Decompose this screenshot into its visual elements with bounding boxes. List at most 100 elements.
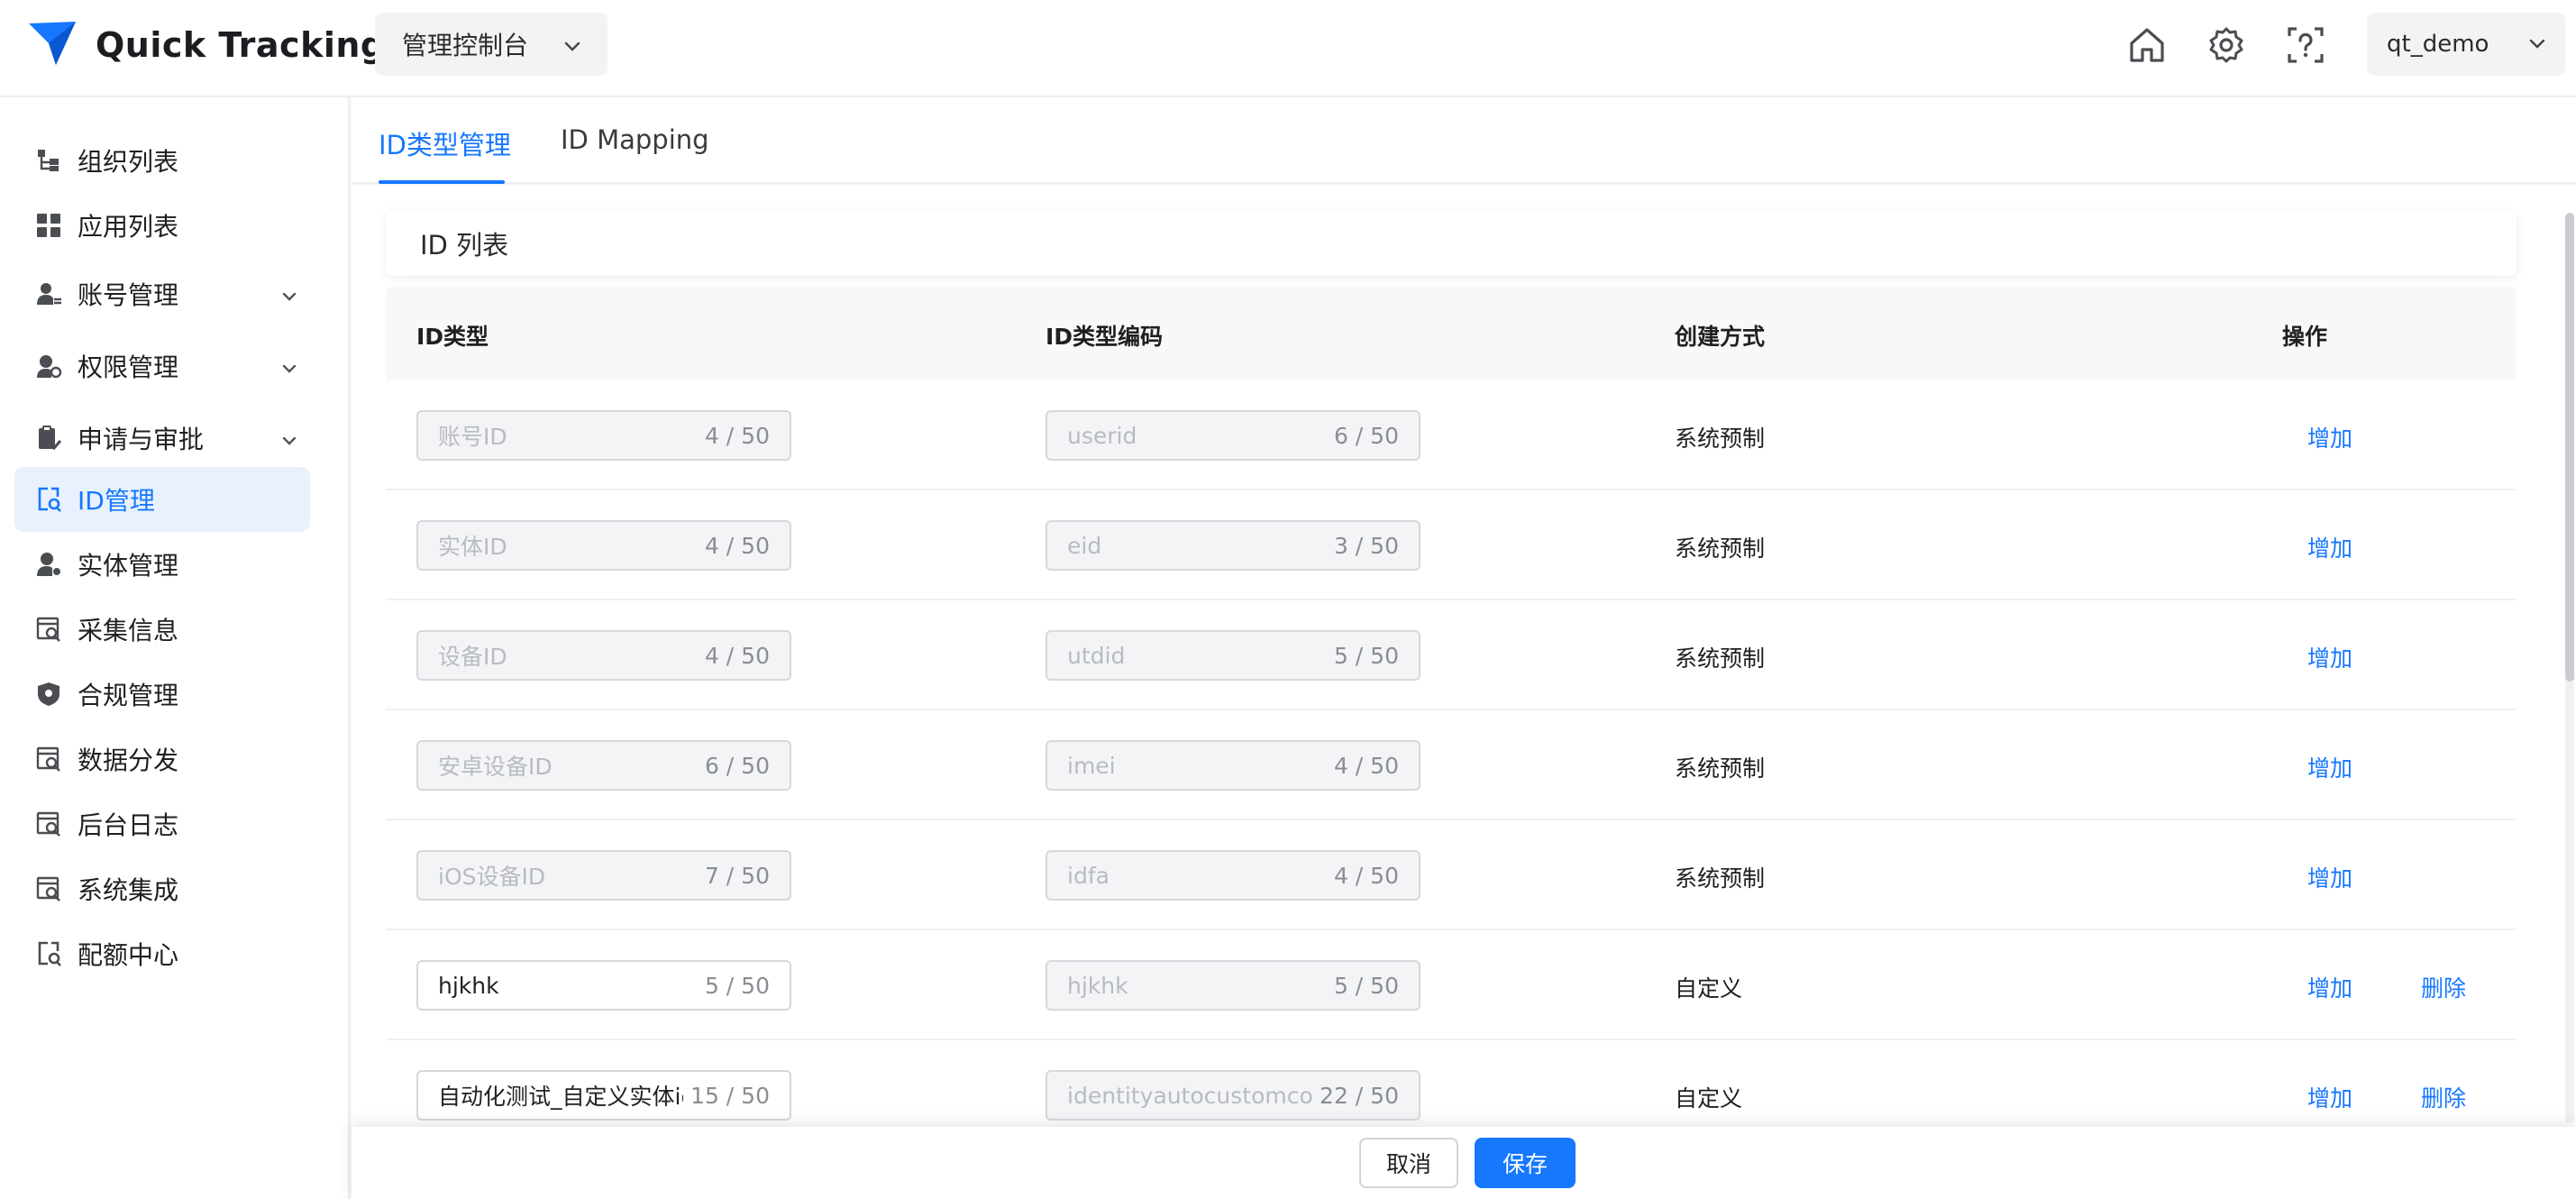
add-link[interactable]: 增加: [2307, 641, 2352, 673]
console-dropdown[interactable]: 管理控制台: [375, 13, 607, 76]
entity-icon: [34, 550, 63, 579]
sidebar-item-3[interactable]: 权限管理: [14, 334, 310, 398]
create-method: 系统预制: [1675, 755, 1766, 782]
username: qt_demo: [2387, 31, 2489, 58]
apps-grid-icon: [34, 211, 63, 240]
column-header-actions: 操作: [2282, 324, 2328, 350]
id-icon: [34, 485, 63, 514]
id-code-input-value: hjkhk: [1067, 972, 1128, 999]
user-dropdown[interactable]: qt_demo: [2367, 13, 2565, 76]
id-code-input-value: imei: [1067, 752, 1116, 779]
sidebar-item-6[interactable]: 实体管理: [14, 532, 310, 597]
chevron-down-icon[interactable]: [279, 283, 299, 313]
cancel-button[interactable]: 取消: [1359, 1138, 1458, 1188]
id-code-input: imei 4 / 50: [1046, 740, 1420, 791]
sidebar-item-1[interactable]: 应用列表: [14, 193, 310, 258]
quota-icon: [34, 939, 63, 968]
tab-id-type-management[interactable]: ID类型管理: [379, 124, 511, 162]
sidebar-item-label: 组织列表: [78, 147, 179, 177]
chevron-down-icon[interactable]: [279, 427, 299, 457]
char-counter: 6 / 50: [704, 752, 770, 779]
brand[interactable]: Quick Tracking: [25, 16, 386, 74]
column-header-id-type: ID类型: [416, 324, 489, 350]
sidebar-item-label: 数据分发: [78, 746, 179, 775]
sidebar-item-4[interactable]: 申请与审批: [14, 406, 310, 471]
id-code-input: hjkhk 5 / 50: [1046, 960, 1420, 1011]
char-counter: 4 / 50: [704, 532, 770, 559]
id-type-input[interactable]: 自动化测试_自定义实体id1 15 / 50: [416, 1070, 791, 1121]
sidebar-item-8[interactable]: 合规管理: [14, 662, 310, 727]
chevron-down-icon[interactable]: [279, 355, 299, 385]
id-code-input: utdid 5 / 50: [1046, 630, 1420, 681]
add-link[interactable]: 增加: [2307, 1081, 2352, 1113]
top-header: Quick Tracking 管理控制台 qt_demo: [0, 0, 2576, 97]
id-code-input: eid 3 / 50: [1046, 520, 1420, 571]
column-header-create-method: 创建方式: [1675, 324, 1766, 350]
active-tab-indicator: [379, 180, 505, 184]
section-title: ID 列表: [386, 211, 2517, 276]
table-row: hjkhk 5 / 50 hjkhk 5 / 50 自定义 增加 删除: [386, 930, 2517, 1040]
table-row: 账号ID 4 / 50 userid 6 / 50 系统预制 增加: [386, 380, 2517, 490]
column-header-id-code: ID类型编码: [1046, 324, 1164, 350]
id-code-input-value: idfa: [1067, 862, 1110, 889]
id-type-input-value: hjkhk: [438, 972, 499, 999]
permission-icon: [34, 352, 63, 380]
id-type-input-value: iOS设备ID: [438, 864, 546, 890]
id-type-input: 安卓设备ID 6 / 50: [416, 740, 791, 791]
id-code-input-value: utdid: [1067, 642, 1126, 669]
footer-action-bar: 取消 保存: [352, 1127, 2576, 1199]
id-type-input: 设备ID 4 / 50: [416, 630, 791, 681]
char-counter: 15 / 50: [690, 1082, 770, 1109]
sidebar-item-label: 实体管理: [78, 551, 179, 581]
sidebar-item-label: 系统集成: [78, 875, 179, 905]
delete-link[interactable]: 删除: [2421, 971, 2466, 1003]
create-method: 系统预制: [1675, 426, 1766, 452]
char-counter: 4 / 50: [704, 642, 770, 669]
char-counter: 4 / 50: [704, 422, 770, 449]
id-code-input-value: userid: [1067, 422, 1137, 449]
id-type-table: ID类型 ID类型编码 创建方式 操作 账号ID 4 / 50 userid 6 / …: [386, 287, 2517, 1150]
sidebar-item-0[interactable]: 组织列表: [14, 128, 310, 193]
save-button[interactable]: 保存: [1475, 1138, 1576, 1188]
home-icon[interactable]: [2124, 22, 2170, 69]
char-counter: 5 / 50: [704, 972, 770, 999]
help-icon[interactable]: [2282, 22, 2329, 69]
id-type-input: iOS设备ID 7 / 50: [416, 850, 791, 901]
id-code-input: idfa 4 / 50: [1046, 850, 1420, 901]
create-method: 自定义: [1675, 975, 1743, 1002]
sidebar-item-2[interactable]: 账号管理: [14, 261, 310, 326]
sidebar-item-label: 账号管理: [78, 280, 179, 310]
sidebar-item-10[interactable]: 后台日志: [14, 792, 310, 856]
id-type-input[interactable]: hjkhk 5 / 50: [416, 960, 791, 1011]
char-counter: 5 / 50: [1333, 642, 1399, 669]
id-type-input-value: 安卓设备ID: [438, 754, 553, 780]
table-row: iOS设备ID 7 / 50 idfa 4 / 50 系统预制 增加: [386, 820, 2517, 930]
distribute-icon: [34, 745, 63, 773]
scrollbar-thumb[interactable]: [2565, 213, 2574, 682]
table-body: 账号ID 4 / 50 userid 6 / 50 系统预制 增加 实体ID 4 / 50 ei…: [386, 380, 2517, 1150]
sidebar-item-5[interactable]: ID管理: [14, 467, 310, 532]
char-counter: 7 / 50: [704, 862, 770, 889]
tab-id-mapping[interactable]: ID Mapping: [561, 124, 709, 155]
id-type-input-value: 实体ID: [438, 534, 507, 560]
log-icon: [34, 810, 63, 838]
id-code-input-value: eid: [1067, 532, 1102, 559]
sidebar-item-9[interactable]: 数据分发: [14, 727, 310, 792]
char-counter: 4 / 50: [1333, 752, 1399, 779]
add-link[interactable]: 增加: [2307, 531, 2352, 563]
settings-icon[interactable]: [2203, 22, 2250, 69]
create-method: 自定义: [1675, 1085, 1743, 1112]
add-link[interactable]: 增加: [2307, 751, 2352, 783]
add-link[interactable]: 增加: [2307, 971, 2352, 1003]
table-row: 实体ID 4 / 50 eid 3 / 50 系统预制 增加: [386, 490, 2517, 600]
add-link[interactable]: 增加: [2307, 861, 2352, 893]
sidebar-item-11[interactable]: 系统集成: [14, 856, 310, 921]
add-link[interactable]: 增加: [2307, 421, 2352, 453]
sidebar-item-12[interactable]: 配额中心: [14, 921, 310, 986]
sidebar-item-label: 合规管理: [78, 681, 179, 710]
create-method: 系统预制: [1675, 535, 1766, 562]
sidebar-item-7[interactable]: 采集信息: [14, 597, 310, 662]
chevron-down-icon: [562, 32, 582, 62]
sidebar-item-label: 申请与审批: [78, 425, 205, 454]
delete-link[interactable]: 删除: [2421, 1081, 2466, 1113]
